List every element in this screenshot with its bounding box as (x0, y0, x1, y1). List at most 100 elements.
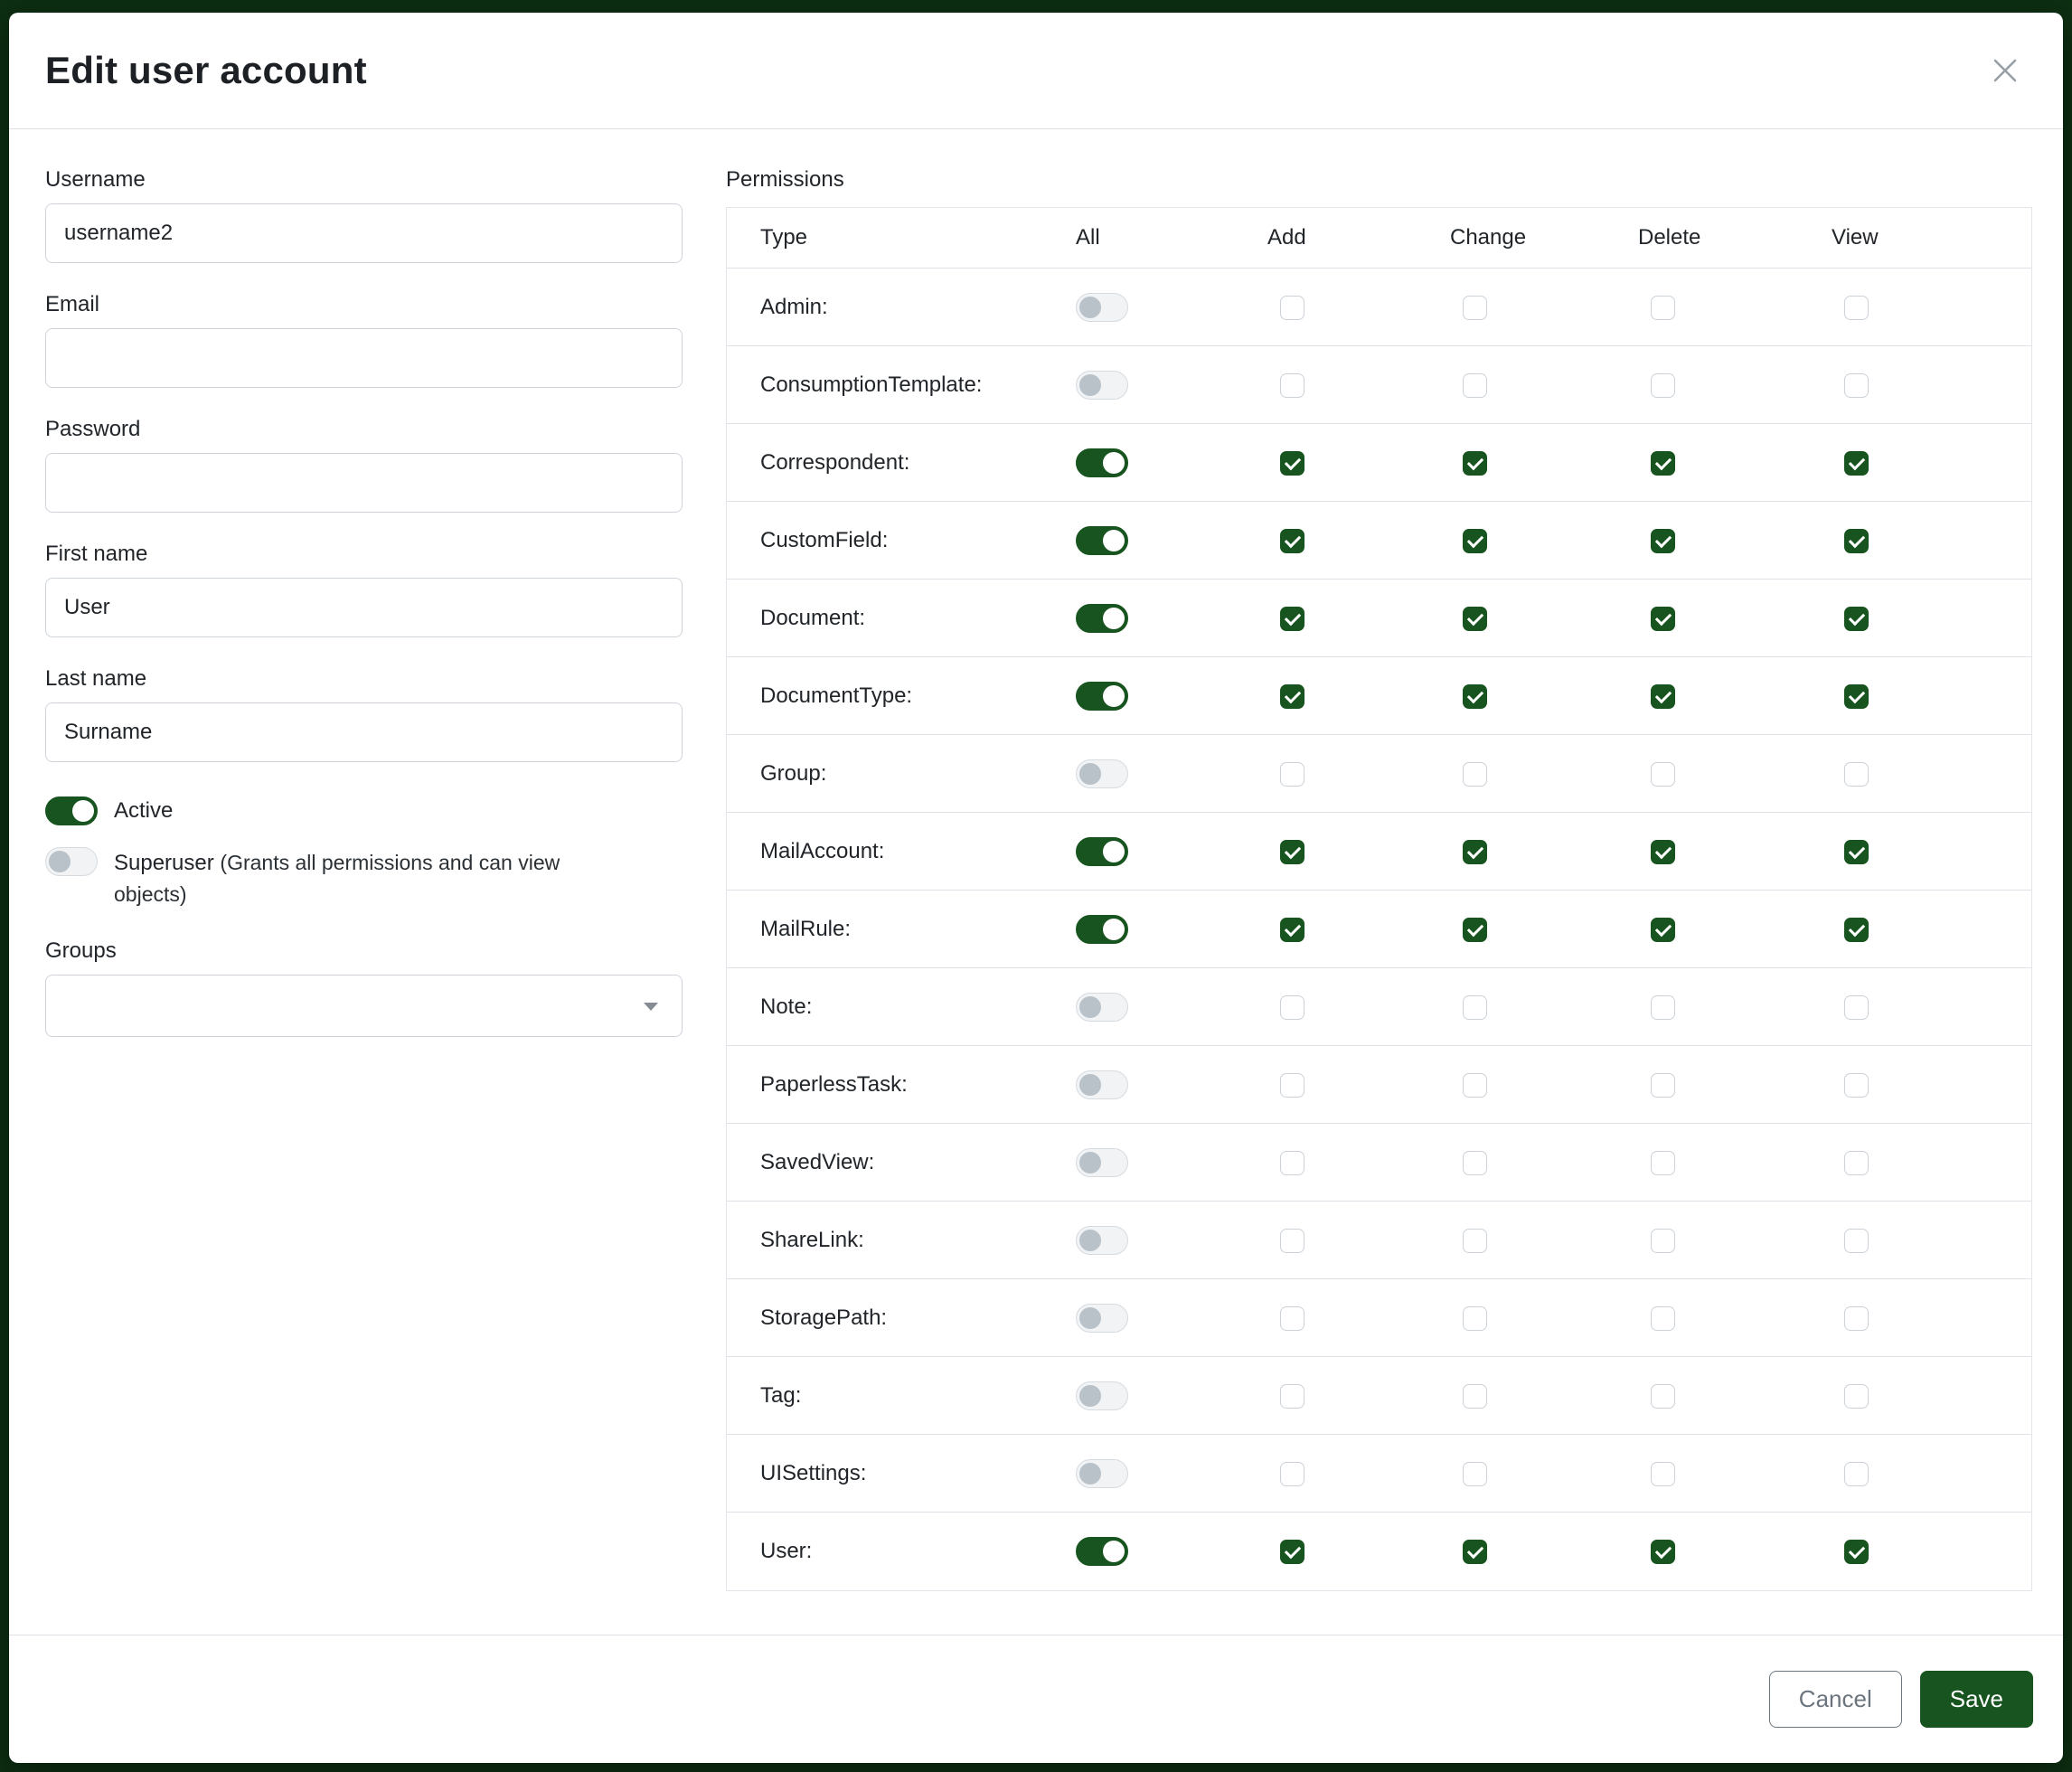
permission-change-checkbox[interactable] (1463, 1229, 1487, 1253)
permission-view-checkbox[interactable] (1844, 1151, 1869, 1175)
permission-delete-checkbox[interactable] (1651, 451, 1675, 476)
permission-delete-checkbox[interactable] (1651, 373, 1675, 398)
permission-add-checkbox[interactable] (1280, 1306, 1304, 1331)
permission-delete-checkbox[interactable] (1651, 1306, 1675, 1331)
permission-add-checkbox[interactable] (1280, 1384, 1304, 1409)
permission-delete-checkbox[interactable] (1651, 529, 1675, 553)
permission-add-checkbox[interactable] (1280, 1073, 1304, 1098)
permission-all-toggle[interactable] (1076, 1304, 1128, 1333)
permission-delete-checkbox[interactable] (1651, 1229, 1675, 1253)
active-toggle[interactable] (45, 796, 98, 825)
permission-view-checkbox[interactable] (1844, 1306, 1869, 1331)
permission-all-toggle[interactable] (1076, 1537, 1128, 1566)
permission-delete-checkbox[interactable] (1651, 607, 1675, 631)
permission-change-checkbox[interactable] (1463, 529, 1487, 553)
permission-add-checkbox[interactable] (1280, 1540, 1304, 1564)
permission-delete-checkbox[interactable] (1651, 1073, 1675, 1098)
permission-delete-checkbox[interactable] (1651, 1151, 1675, 1175)
permission-view-checkbox[interactable] (1844, 451, 1869, 476)
permission-view-checkbox[interactable] (1844, 607, 1869, 631)
password-input[interactable] (45, 453, 683, 513)
permission-add-checkbox[interactable] (1280, 995, 1304, 1020)
cancel-button[interactable]: Cancel (1769, 1671, 1902, 1728)
permission-delete-checkbox[interactable] (1651, 1384, 1675, 1409)
last-name-field-group: Last name (45, 666, 683, 762)
permission-add-checkbox[interactable] (1280, 1151, 1304, 1175)
permission-all-toggle[interactable] (1076, 915, 1128, 944)
first-name-input[interactable] (45, 578, 683, 637)
permission-view-checkbox[interactable] (1844, 840, 1869, 864)
permission-delete-checkbox[interactable] (1651, 840, 1675, 864)
permission-add-checkbox[interactable] (1280, 296, 1304, 320)
permission-change-checkbox[interactable] (1463, 451, 1487, 476)
email-input[interactable] (45, 328, 683, 388)
close-button[interactable] (1983, 49, 2027, 92)
permission-row: Correspondent: (727, 424, 2031, 502)
permission-change-checkbox[interactable] (1463, 762, 1487, 787)
permission-view-checkbox[interactable] (1844, 995, 1869, 1020)
last-name-input[interactable] (45, 702, 683, 762)
superuser-toggle[interactable] (45, 847, 98, 876)
permission-change-checkbox[interactable] (1463, 373, 1487, 398)
save-button[interactable]: Save (1920, 1671, 2033, 1728)
permission-change-checkbox[interactable] (1463, 607, 1487, 631)
permission-view-checkbox[interactable] (1844, 529, 1869, 553)
permission-all-toggle[interactable] (1076, 1459, 1128, 1488)
permission-type-label: ConsumptionTemplate: (727, 372, 1076, 398)
permission-delete-checkbox[interactable] (1651, 762, 1675, 787)
permission-change-checkbox[interactable] (1463, 1073, 1487, 1098)
permission-row: ShareLink: (727, 1202, 2031, 1279)
permission-delete-checkbox[interactable] (1651, 995, 1675, 1020)
permission-change-checkbox[interactable] (1463, 296, 1487, 320)
permission-all-toggle[interactable] (1076, 293, 1128, 322)
permission-change-checkbox[interactable] (1463, 1306, 1487, 1331)
permission-add-checkbox[interactable] (1280, 918, 1304, 942)
permission-add-checkbox[interactable] (1280, 451, 1304, 476)
permission-change-checkbox[interactable] (1463, 1540, 1487, 1564)
permission-delete-checkbox[interactable] (1651, 296, 1675, 320)
permission-view-checkbox[interactable] (1844, 918, 1869, 942)
permission-view-checkbox[interactable] (1844, 1073, 1869, 1098)
permission-add-checkbox[interactable] (1280, 373, 1304, 398)
permission-all-toggle[interactable] (1076, 682, 1128, 711)
permission-view-checkbox[interactable] (1844, 1384, 1869, 1409)
permission-add-checkbox[interactable] (1280, 607, 1304, 631)
permission-view-checkbox[interactable] (1844, 1540, 1869, 1564)
permission-add-checkbox[interactable] (1280, 1229, 1304, 1253)
permission-change-checkbox[interactable] (1463, 918, 1487, 942)
permission-change-checkbox[interactable] (1463, 1384, 1487, 1409)
permission-add-checkbox[interactable] (1280, 684, 1304, 709)
permission-view-checkbox[interactable] (1844, 1229, 1869, 1253)
permission-all-toggle[interactable] (1076, 448, 1128, 477)
permission-add-checkbox[interactable] (1280, 529, 1304, 553)
username-input[interactable] (45, 203, 683, 263)
permission-add-checkbox[interactable] (1280, 1462, 1304, 1486)
permission-view-checkbox[interactable] (1844, 373, 1869, 398)
permission-all-toggle[interactable] (1076, 993, 1128, 1022)
permission-all-toggle[interactable] (1076, 1381, 1128, 1410)
groups-select[interactable] (45, 975, 683, 1037)
permission-delete-checkbox[interactable] (1651, 684, 1675, 709)
permission-view-checkbox[interactable] (1844, 762, 1869, 787)
permission-add-checkbox[interactable] (1280, 762, 1304, 787)
permission-delete-checkbox[interactable] (1651, 1462, 1675, 1486)
permission-change-checkbox[interactable] (1463, 684, 1487, 709)
permission-all-toggle[interactable] (1076, 604, 1128, 633)
permission-delete-checkbox[interactable] (1651, 1540, 1675, 1564)
permission-all-toggle[interactable] (1076, 1148, 1128, 1177)
permission-all-toggle[interactable] (1076, 1070, 1128, 1099)
permission-view-checkbox[interactable] (1844, 684, 1869, 709)
permission-delete-checkbox[interactable] (1651, 918, 1675, 942)
permission-all-toggle[interactable] (1076, 371, 1128, 400)
permission-all-toggle[interactable] (1076, 1226, 1128, 1255)
permission-all-toggle[interactable] (1076, 837, 1128, 866)
permission-change-checkbox[interactable] (1463, 995, 1487, 1020)
permission-add-checkbox[interactable] (1280, 840, 1304, 864)
permission-change-checkbox[interactable] (1463, 1462, 1487, 1486)
permission-all-toggle[interactable] (1076, 759, 1128, 788)
permission-change-checkbox[interactable] (1463, 840, 1487, 864)
permission-all-toggle[interactable] (1076, 526, 1128, 555)
permission-view-checkbox[interactable] (1844, 296, 1869, 320)
permission-view-checkbox[interactable] (1844, 1462, 1869, 1486)
permission-change-checkbox[interactable] (1463, 1151, 1487, 1175)
